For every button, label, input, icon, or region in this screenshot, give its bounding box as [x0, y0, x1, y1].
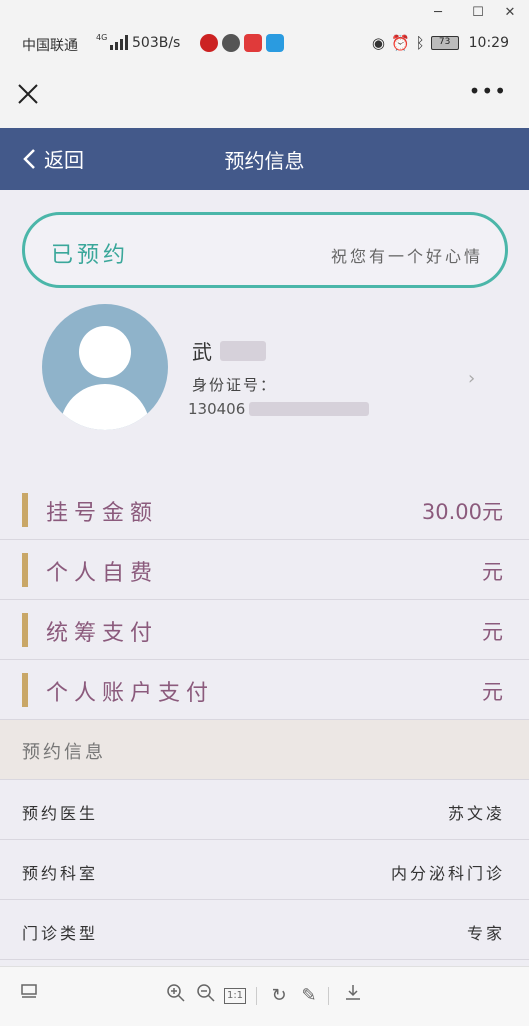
- chevron-right-icon[interactable]: ›: [468, 368, 475, 389]
- notification-icons: [200, 34, 284, 52]
- page-header: 返回 预约信息: [0, 128, 529, 190]
- toolbar-divider: [328, 987, 329, 1005]
- section-title: 预约信息: [22, 742, 106, 763]
- battery-icon: 73: [430, 36, 459, 50]
- fee-label: 个人账户支付: [46, 681, 215, 706]
- close-icon[interactable]: [16, 82, 40, 106]
- info-label: 预约医生: [22, 804, 99, 823]
- edit-icon[interactable]: ✎: [296, 983, 322, 1009]
- panel-toggle-icon[interactable]: [16, 983, 42, 1009]
- actual-size-label: 1:1: [223, 988, 247, 1004]
- fee-accent-bar: [22, 553, 28, 587]
- red-app-icon: [244, 34, 262, 52]
- patient-name-visible: 武: [192, 340, 212, 364]
- id-prefix: 130406: [188, 400, 246, 418]
- fee-value: 元: [482, 560, 503, 584]
- clock: 10:29: [468, 35, 509, 51]
- viewer-toolbar: 1:1 ↻ ✎: [0, 966, 529, 1026]
- status-wish: 祝您有一个好心情: [330, 247, 483, 266]
- info-value: 内分泌科门诊: [390, 864, 505, 883]
- info-row-doctor: 预约医生 苏文凌: [0, 780, 529, 840]
- appointment-status-card: 已预约 祝您有一个好心情: [22, 212, 508, 288]
- bluetooth-icon: ᛒ: [415, 34, 425, 52]
- minimize-icon[interactable]: ─: [428, 3, 448, 23]
- status-right: ◉ ⏰ ᛒ 73 10:29: [372, 34, 509, 52]
- fee-accent-bar: [22, 673, 28, 707]
- info-row-clinic-type: 门诊类型 专家: [0, 900, 529, 960]
- metro-app-icon: [200, 34, 218, 52]
- status-label: 已预约: [51, 243, 130, 268]
- fee-value: 30.00元: [421, 500, 503, 524]
- zoom-in-icon[interactable]: [163, 983, 189, 1009]
- id-redaction: [249, 402, 370, 416]
- more-icon[interactable]: •••: [469, 81, 507, 101]
- rotate-icon[interactable]: ↻: [266, 983, 292, 1009]
- fee-label: 个人自费: [46, 561, 159, 586]
- alarm-icon: ⏰: [390, 34, 410, 52]
- fee-value: 元: [482, 680, 503, 704]
- info-value: 苏文凌: [447, 804, 505, 823]
- fee-row-account-pay: 个人账户支付 元: [0, 660, 529, 720]
- fee-accent-bar: [22, 493, 28, 527]
- info-row-department: 预约科室 内分泌科门诊: [0, 840, 529, 900]
- info-label: 门诊类型: [22, 924, 99, 943]
- close-window-icon[interactable]: ✕: [500, 3, 520, 23]
- patient-name: 武: [192, 336, 266, 365]
- fee-row-self-pay: 个人自费 元: [0, 540, 529, 600]
- actual-size-button[interactable]: 1:1: [222, 983, 248, 1009]
- network-type: 4G: [96, 33, 108, 42]
- maximize-icon[interactable]: ☐: [468, 3, 488, 23]
- download-icon[interactable]: [340, 983, 366, 1009]
- status-bar: 中国联通 4G 503B/s ◉ ⏰ ᛒ 73 10:29: [0, 26, 529, 64]
- fee-accent-bar: [22, 613, 28, 647]
- carrier-label: 中国联通: [22, 38, 78, 54]
- page-title: 预约信息: [224, 149, 305, 173]
- fee-label: 挂号金额: [46, 501, 159, 526]
- info-label: 预约科室: [22, 864, 99, 883]
- name-redaction: [220, 340, 266, 361]
- fee-value: 元: [482, 620, 503, 644]
- toolbar-divider: [256, 987, 257, 1005]
- section-header: 预约信息: [0, 720, 529, 780]
- network-speed: 503B/s: [132, 35, 181, 51]
- eye-icon: ◉: [371, 34, 385, 52]
- id-number: 130406: [188, 400, 370, 418]
- signal-icon: 4G: [96, 33, 129, 50]
- info-value: 专家: [466, 924, 505, 943]
- window-chrome: ─ ☐ ✕: [0, 0, 529, 26]
- id-label: 身份证号：: [192, 376, 278, 394]
- fee-label: 统筹支付: [46, 621, 159, 646]
- alipay-app-icon: [266, 34, 284, 52]
- webview-header: •••: [0, 64, 529, 128]
- fee-row-pooled-pay: 统筹支付 元: [0, 600, 529, 660]
- wechat-app-icon: [222, 34, 240, 52]
- avatar: [42, 304, 168, 430]
- fee-row-registration: 挂号金额 30.00元: [0, 480, 529, 540]
- zoom-out-icon[interactable]: [193, 983, 219, 1009]
